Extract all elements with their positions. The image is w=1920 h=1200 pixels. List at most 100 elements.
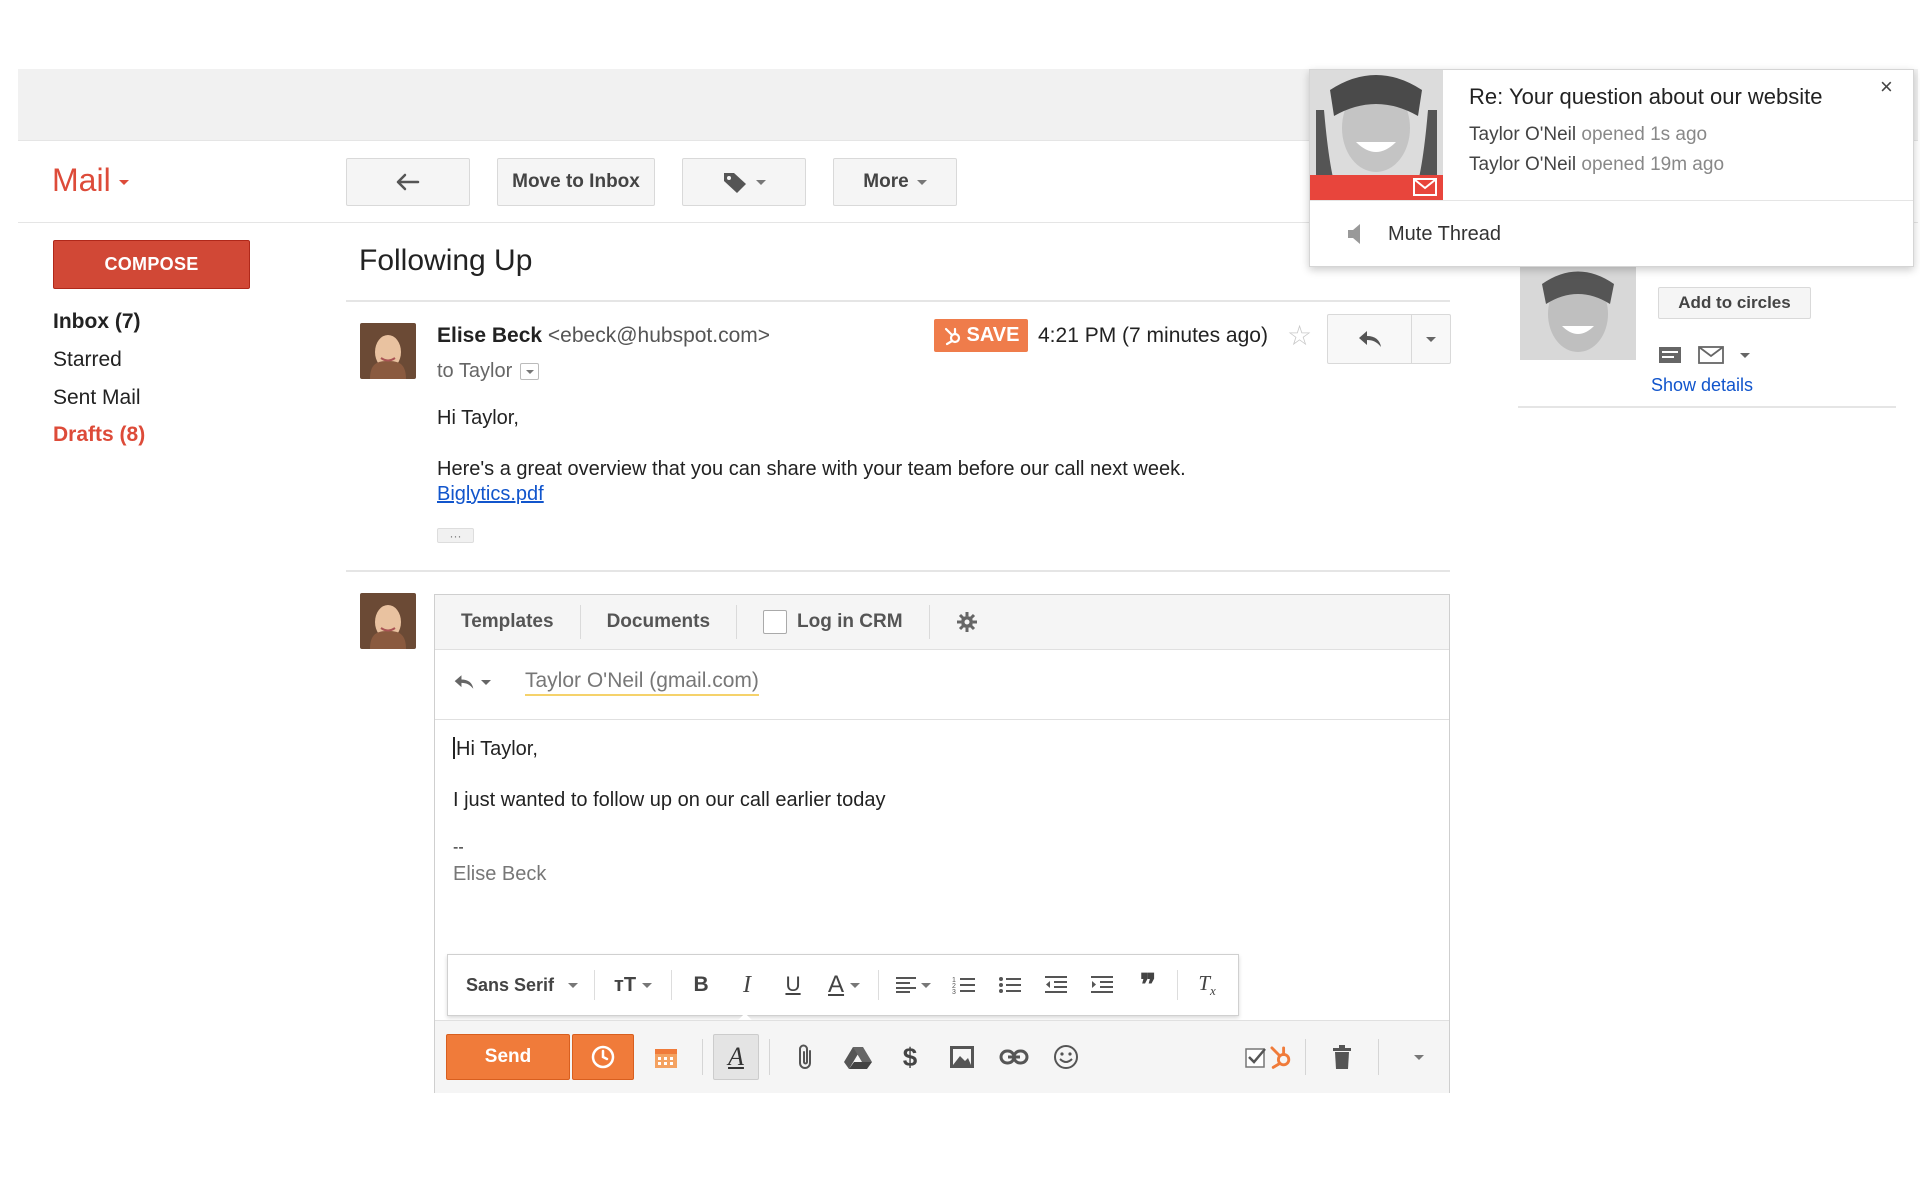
font-size-button[interactable]: ᴛT [601, 962, 665, 1008]
bold-icon: B [693, 973, 709, 996]
email-icon [1413, 178, 1437, 196]
contact-card-icon[interactable] [1658, 346, 1682, 364]
attachment-link[interactable]: Biglytics.pdf [437, 483, 544, 506]
chevron-down-icon [642, 982, 653, 988]
quote-button[interactable]: ❞ [1125, 962, 1171, 1008]
chevron-down-icon [756, 179, 766, 185]
text-cursor [453, 737, 455, 759]
chevron-down-icon [921, 982, 932, 988]
chevron-down-icon[interactable] [1740, 352, 1750, 358]
mute-thread-button[interactable]: Mute Thread [1310, 201, 1913, 267]
message-divider [346, 570, 1450, 572]
recipient-row: Taylor O'Neil (gmail.com) [435, 650, 1449, 720]
underline-button[interactable]: U [770, 962, 816, 1008]
hubspot-track-button[interactable] [1243, 1031, 1295, 1083]
reply-icon [1358, 331, 1381, 347]
reply-compose-box: Templates Documents Log in CRM Taylor O'… [434, 594, 1450, 1093]
compose-button[interactable]: COMPOSE [53, 240, 250, 289]
templates-label: Templates [461, 611, 554, 632]
reply-icon [454, 675, 474, 689]
log-in-crm-checkbox[interactable] [763, 610, 788, 634]
toolbar-separator [878, 970, 880, 1000]
underline-icon: U [785, 973, 801, 996]
back-button[interactable] [346, 158, 470, 206]
insert-photo-button[interactable] [936, 1031, 988, 1083]
show-trimmed-content-button[interactable]: ··· [437, 528, 474, 543]
bold-button[interactable]: B [678, 962, 724, 1008]
text-size-icon: ᴛT [614, 973, 637, 996]
sender-name[interactable]: Elise Beck [437, 324, 542, 347]
message-actions-dropdown[interactable] [1412, 315, 1450, 363]
text-color-button[interactable]: A [816, 962, 872, 1008]
attach-files-button[interactable] [780, 1031, 832, 1083]
smiley-icon [1054, 1045, 1078, 1069]
star-icon[interactable]: ☆ [1287, 322, 1312, 350]
log-in-crm-toggle[interactable]: Log in CRM [737, 605, 930, 639]
recipient-field[interactable]: Taylor O'Neil (gmail.com) [525, 669, 759, 696]
send-button[interactable]: Send [446, 1034, 570, 1080]
chevron-down-icon [568, 982, 579, 988]
notification-contact-name: Taylor O'Neil [1469, 124, 1577, 145]
meetings-button[interactable] [640, 1031, 692, 1083]
insert-drive-file-button[interactable] [832, 1031, 884, 1083]
italic-button[interactable]: I [724, 962, 770, 1008]
bulleted-list-button[interactable] [987, 962, 1033, 1008]
documents-label: Documents [606, 611, 711, 632]
hubspot-save-badge[interactable]: SAVE [934, 319, 1028, 352]
send-money-button[interactable]: $ [884, 1031, 936, 1083]
calendar-icon [655, 1049, 677, 1068]
chevron-down-icon [1426, 336, 1436, 342]
message-greeting: Hi Taylor, [437, 407, 519, 429]
indent-less-button[interactable] [1033, 962, 1079, 1008]
sidebar-item-inbox[interactable]: Inbox (7) [53, 310, 141, 334]
labels-button[interactable] [682, 158, 806, 206]
move-to-inbox-button[interactable]: Move to Inbox [497, 158, 655, 206]
sidebar-item-drafts[interactable]: Drafts (8) [53, 423, 145, 447]
notification-title[interactable]: Re: Your question about our website [1469, 84, 1822, 110]
insert-link-button[interactable] [988, 1031, 1040, 1083]
font-family-select[interactable]: Sans Serif [456, 975, 588, 996]
contact-card-divider [1518, 406, 1896, 408]
discard-draft-button[interactable] [1316, 1031, 1368, 1083]
trash-icon [1333, 1045, 1351, 1069]
indent-more-button[interactable] [1079, 962, 1125, 1008]
close-icon[interactable]: × [1880, 74, 1893, 100]
indent-less-icon [1045, 976, 1068, 993]
formatting-options-button[interactable]: A [713, 1034, 759, 1080]
image-icon [950, 1046, 974, 1068]
track-checkbox-icon [1245, 1048, 1266, 1068]
compose-bottom-toolbar: Send A $ [435, 1020, 1449, 1093]
contact-photo[interactable] [1520, 264, 1636, 360]
chevron-down-icon [1414, 1054, 1424, 1060]
reply-type-dropdown[interactable] [453, 673, 491, 691]
reply-button[interactable] [1328, 315, 1412, 363]
sender-avatar[interactable] [360, 323, 416, 379]
hubspot-settings-button[interactable] [930, 605, 1004, 639]
more-button[interactable]: More [833, 158, 957, 206]
google-drive-icon [844, 1047, 872, 1069]
sidebar-item-sent-mail[interactable]: Sent Mail [53, 386, 141, 410]
toolbar-separator [769, 1039, 770, 1075]
remove-formatting-button[interactable]: Tx [1184, 962, 1230, 1008]
schedule-send-button[interactable] [572, 1034, 634, 1080]
log-in-crm-label: Log in CRM [797, 611, 903, 632]
clock-icon [591, 1045, 615, 1069]
add-to-circles-button[interactable]: Add to circles [1658, 287, 1811, 319]
recipient-details-toggle[interactable] [520, 363, 540, 380]
more-options-button[interactable] [1389, 1031, 1449, 1083]
sender-email: <ebeck@hubspot.com> [547, 324, 771, 347]
paperclip-icon [799, 1044, 811, 1069]
mail-app-switcher[interactable]: Mail [52, 162, 129, 199]
numbered-list-button[interactable]: 123 [941, 962, 987, 1008]
align-button[interactable] [885, 962, 941, 1008]
sidebar-item-starred[interactable]: Starred [53, 348, 122, 372]
align-left-icon [896, 977, 917, 993]
bulleted-list-icon [999, 977, 1022, 993]
documents-button[interactable]: Documents [581, 605, 738, 639]
show-details-link[interactable]: Show details [1651, 375, 1753, 396]
insert-emoji-button[interactable] [1040, 1031, 1092, 1083]
save-label: SAVE [966, 324, 1020, 346]
templates-button[interactable]: Templates [435, 605, 581, 639]
email-icon[interactable] [1698, 346, 1724, 364]
formatting-a-icon: A [728, 1042, 744, 1071]
